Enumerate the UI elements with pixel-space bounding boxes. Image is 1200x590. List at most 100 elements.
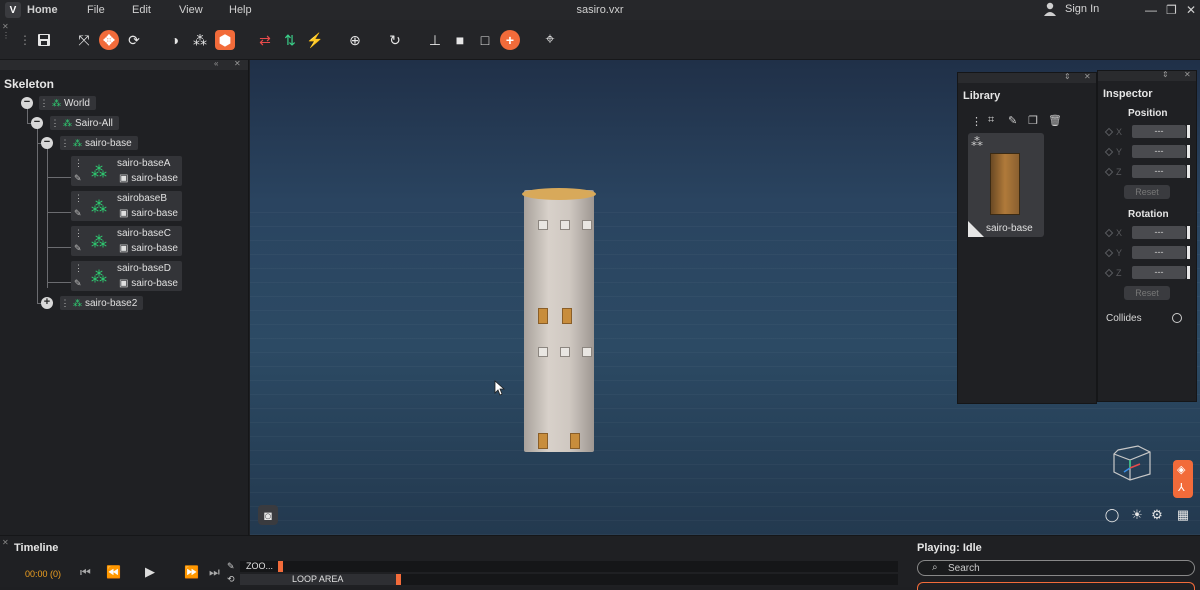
drag-handle-icon[interactable]: ⋮ bbox=[19, 33, 31, 47]
world-collapse-toggle[interactable]: − bbox=[21, 97, 33, 109]
tree-card-sairo-baseD[interactable]: ⋮ ✎ ⁂ sairo-baseD ▣ sairo-base bbox=[71, 261, 182, 291]
keyframe-diamond-icon[interactable] bbox=[1104, 248, 1114, 258]
position-x-field[interactable]: --- bbox=[1132, 125, 1190, 138]
hierarchy-icon[interactable]: ⊥ bbox=[425, 30, 445, 50]
edit-pencil-icon[interactable]: ✎ bbox=[74, 208, 82, 219]
card-sub: ▣ sairo-base bbox=[119, 243, 178, 254]
library-menu-icon[interactable]: ⋮ bbox=[971, 115, 982, 128]
home-menu[interactable]: Home bbox=[27, 4, 58, 16]
keyframe-diamond-icon[interactable] bbox=[1104, 268, 1114, 278]
rotate-tool-icon[interactable]: ⟳ bbox=[124, 30, 144, 50]
library-close-icon[interactable]: ✕ bbox=[1084, 72, 1091, 81]
sairo-all-collapse-toggle[interactable]: − bbox=[31, 117, 43, 129]
rotation-y-field[interactable]: --- bbox=[1132, 246, 1190, 259]
add-icon[interactable]: + bbox=[500, 30, 520, 50]
animation-search[interactable]: ⌕ Search bbox=[917, 560, 1195, 576]
zoom-handle[interactable] bbox=[278, 561, 283, 572]
menu-view[interactable]: View bbox=[179, 4, 203, 16]
restore-button[interactable]: ❐ bbox=[1166, 3, 1177, 17]
inspector-expand-icon[interactable]: ⇕ bbox=[1162, 70, 1169, 79]
step-forward-icon[interactable]: ⏩ bbox=[184, 565, 199, 579]
panel-close-icon[interactable]: ✕ bbox=[234, 59, 241, 68]
edit-pencil-icon[interactable]: ✎ bbox=[74, 243, 82, 254]
loop-track[interactable]: LOOP AREA bbox=[240, 574, 898, 585]
shading-sphere-icon[interactable]: ◯ bbox=[1102, 505, 1122, 525]
keyframe-diamond-icon[interactable] bbox=[1104, 167, 1114, 177]
crop-icon[interactable]: ⌗ bbox=[988, 114, 994, 127]
play-icon[interactable]: ▶ bbox=[145, 564, 155, 580]
card-menu-icon[interactable]: ⋮ bbox=[74, 228, 83, 239]
node-menu-icon[interactable]: ⋮ bbox=[39, 98, 49, 109]
globe-link-icon[interactable]: ⊕ bbox=[345, 30, 365, 50]
edit-icon[interactable]: ✎ bbox=[1008, 114, 1017, 127]
inspector-close-icon[interactable]: ✕ bbox=[1184, 70, 1191, 79]
rotation-reset-button[interactable]: Reset bbox=[1124, 286, 1170, 300]
menu-file[interactable]: File bbox=[87, 4, 105, 16]
sign-in-button[interactable]: Sign In bbox=[1043, 2, 1099, 16]
keyframe-diamond-icon[interactable] bbox=[1104, 228, 1114, 238]
duplicate-icon[interactable]: ❐ bbox=[1028, 114, 1038, 127]
node-menu-icon[interactable]: ⋮ bbox=[60, 138, 70, 149]
sairo-base2-expand-toggle[interactable]: + bbox=[41, 297, 53, 309]
settings-gear-icon[interactable]: ⚙ bbox=[1147, 505, 1167, 525]
minimize-button[interactable]: — bbox=[1145, 3, 1157, 17]
position-reset-button[interactable]: Reset bbox=[1124, 185, 1170, 199]
light-icon[interactable]: ☀ bbox=[1127, 505, 1147, 525]
tree-node-sairo-base[interactable]: ⋮ ⁂ sairo-base bbox=[60, 136, 138, 150]
menu-help[interactable]: Help bbox=[229, 4, 252, 16]
tree-card-sairo-baseC[interactable]: ⋮ ✎ ⁂ sairo-baseC ▣ sairo-base bbox=[71, 226, 182, 256]
view-mode-toggle[interactable]: ◈ ⅄ bbox=[1173, 460, 1193, 498]
edit-pencil-icon[interactable]: ✎ bbox=[74, 173, 82, 184]
tree-node-sairo-base2[interactable]: ⋮ ⁂ sairo-base2 bbox=[60, 296, 144, 310]
sairo-base-collapse-toggle[interactable]: − bbox=[41, 137, 53, 149]
loop-icon[interactable]: ⟲ bbox=[227, 574, 235, 585]
node-menu-icon[interactable]: ⋮ bbox=[50, 118, 60, 129]
object-box-icon[interactable]: ⬢ bbox=[215, 30, 235, 50]
rotation-x-field[interactable]: --- bbox=[1132, 226, 1190, 239]
collapse-icon[interactable]: « bbox=[214, 59, 218, 68]
edit-pencil-icon[interactable]: ✎ bbox=[74, 278, 82, 289]
delete-icon[interactable]: 🗑 bbox=[1048, 114, 1062, 127]
node-menu-icon[interactable]: ⋮ bbox=[60, 298, 70, 309]
save-icon[interactable] bbox=[34, 30, 54, 50]
zoom-track[interactable]: ZOO... bbox=[240, 561, 898, 572]
crosshair-icon[interactable]: ⌖ bbox=[540, 30, 560, 50]
fit-view-icon[interactable]: ⤧ bbox=[74, 30, 94, 50]
step-back-icon[interactable]: ⏪ bbox=[106, 565, 121, 579]
menu-edit[interactable]: Edit bbox=[132, 4, 151, 16]
nodes-icon[interactable]: ⁂ bbox=[190, 30, 210, 50]
card-menu-icon[interactable]: ⋮ bbox=[74, 263, 83, 274]
skip-end-icon[interactable]: ⏭ bbox=[209, 565, 220, 580]
swap-vertical-icon[interactable]: ⇅ bbox=[280, 30, 300, 50]
refresh-icon[interactable]: ↻ bbox=[385, 30, 405, 50]
collides-radio[interactable] bbox=[1172, 313, 1182, 323]
tree-node-sairo-all[interactable]: ⋮ ⁂ Sairo-All bbox=[50, 116, 119, 130]
tree-card-sairobaseB[interactable]: ⋮ ✎ ⁂ sairobaseB ▣ sairo-base bbox=[71, 191, 182, 221]
grid-toggle-icon[interactable]: ▦ bbox=[1173, 505, 1193, 525]
view-cube-icon[interactable] bbox=[1108, 442, 1154, 484]
link-icon[interactable]: ⚡ bbox=[305, 30, 325, 50]
keyframe-diamond-icon[interactable] bbox=[1104, 147, 1114, 157]
card-sub: ▣ sairo-base bbox=[119, 208, 178, 219]
keyframe-diamond-icon[interactable] bbox=[1104, 127, 1114, 137]
move-tool-icon[interactable]: ✥ bbox=[99, 30, 119, 50]
tree-card-sairo-baseA[interactable]: ⋮ ✎ ⁂ sairo-baseA ▣ sairo-base bbox=[71, 156, 182, 186]
cube-outline-icon[interactable]: □ bbox=[475, 30, 495, 50]
card-menu-icon[interactable]: ⋮ bbox=[74, 158, 83, 169]
library-item-sairo-base[interactable]: ⁂ sairo-base bbox=[968, 133, 1044, 237]
library-expand-icon[interactable]: ⇕ bbox=[1064, 72, 1071, 81]
loop-end-handle[interactable] bbox=[396, 574, 401, 585]
camera-icon[interactable]: ◙ bbox=[258, 505, 278, 525]
swap-horizontal-icon[interactable]: ⇄ bbox=[255, 30, 275, 50]
zoom-edit-icon[interactable]: ✎ bbox=[227, 561, 235, 572]
skip-start-icon[interactable]: ⏮ bbox=[80, 565, 91, 580]
cube-solid-icon[interactable]: ■ bbox=[450, 30, 470, 50]
rotation-z-field[interactable]: --- bbox=[1132, 266, 1190, 279]
animation-list-item[interactable] bbox=[917, 582, 1195, 590]
material-icon[interactable]: ◑ bbox=[165, 30, 185, 50]
card-menu-icon[interactable]: ⋮ bbox=[74, 193, 83, 204]
position-y-field[interactable]: --- bbox=[1132, 145, 1190, 158]
position-z-field[interactable]: --- bbox=[1132, 165, 1190, 178]
tree-node-world[interactable]: ⋮ ⁂ World bbox=[39, 96, 96, 110]
close-button[interactable]: ✕ bbox=[1186, 3, 1196, 17]
